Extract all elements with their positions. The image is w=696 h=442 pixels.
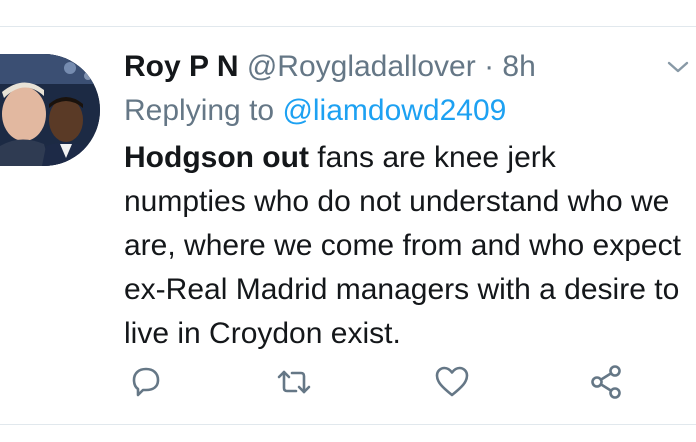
chevron-down-icon[interactable] — [666, 58, 690, 76]
replying-to-label: Replying to — [124, 94, 275, 127]
tweet-screen: Roy P N @Roygladallover · 8h Replying to… — [0, 0, 696, 442]
avatar-photo — [0, 54, 100, 166]
tweet-actions — [0, 362, 696, 402]
bottom-divider — [0, 424, 696, 425]
retweet-icon[interactable] — [274, 362, 314, 402]
top-divider — [0, 26, 696, 27]
tweet-time[interactable]: 8h — [502, 50, 535, 83]
avatar[interactable] — [0, 54, 100, 166]
heart-icon[interactable] — [432, 362, 472, 402]
user-handle[interactable]: @Roygladallover — [247, 50, 476, 83]
share-icon[interactable] — [586, 362, 626, 402]
reply-icon[interactable] — [126, 362, 166, 402]
replying-to-line: Replying to @liamdowd2409 — [124, 92, 506, 130]
replying-to-link[interactable]: @liamdowd2409 — [282, 94, 506, 127]
tweet-header: Roy P N @Roygladallover · 8h — [124, 48, 536, 86]
tweet-text-bold: Hodgson out — [124, 141, 309, 174]
tweet-text: Hodgson out fans are knee jerk numpties … — [124, 136, 684, 356]
display-name[interactable]: Roy P N — [124, 50, 238, 83]
separator-dot: · — [484, 50, 495, 83]
